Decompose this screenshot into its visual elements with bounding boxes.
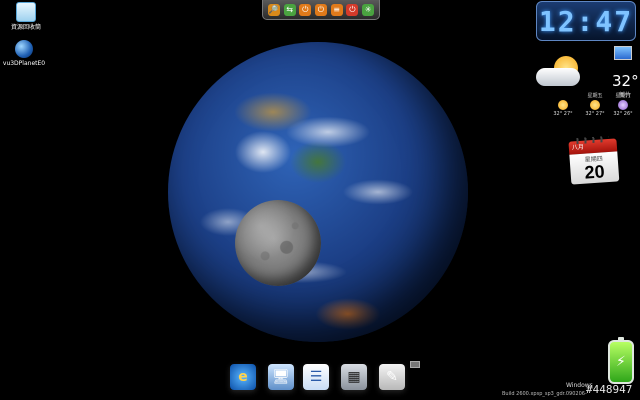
recycle-bin-label: 資源回收筒 [10, 24, 41, 31]
forecast-day-2-label: 星期五 [587, 93, 603, 99]
charging-bolt-icon: ⚡ [616, 354, 626, 370]
thunderstorm-icon [618, 100, 628, 110]
swap-button[interactable]: ⇆ [283, 3, 296, 16]
forecast-day-3: 星期六 32° 26° [610, 93, 636, 117]
power-icon: ⏻ [302, 4, 309, 14]
forecast-day-1: 32° 27° [550, 100, 576, 117]
search-icon: 🔎 [268, 4, 279, 14]
earth-globe [168, 42, 468, 342]
calendar-gadget[interactable]: 八月 星期四 20 [568, 135, 620, 187]
sun-icon [590, 100, 600, 110]
build-watermark: Build 2600.xpsp_sp3_gdr.090206- [502, 391, 587, 397]
notepad-icon: ☰ [309, 369, 323, 385]
dock-my-computer[interactable]: 🖥 [268, 364, 294, 390]
3d-planet-label: vu3DPlanetE0 [2, 60, 46, 67]
dock-notepad[interactable]: ☰ [303, 364, 329, 390]
forecast-day-2: 星期五 32° 27° [582, 93, 608, 117]
menu-icon: ≡ [333, 4, 340, 14]
moon [235, 200, 321, 286]
partly-cloudy-icon [536, 56, 582, 86]
sun-icon [558, 100, 568, 110]
internet-explorer-icon: e [238, 369, 248, 385]
image-id-label: #448947 [586, 383, 633, 396]
battery-gadget[interactable]: ⚡ [608, 337, 634, 384]
menu-button[interactable]: ≡ [330, 3, 343, 16]
standby-icon: ⏻ [317, 4, 325, 14]
weather-gadget[interactable]: 32° 新竹 32° 27° 星期五 32° 27° 星期六 32° 26° [528, 44, 639, 128]
top-toolbar: 🔎 ⇆ ⏻ ⏻ ≡ ⏻ ✳ [262, 0, 380, 20]
forecast-day-3-temps: 32° 26° [613, 111, 633, 117]
calendar-day: 20 [583, 161, 606, 183]
settings-button[interactable]: ✳ [362, 3, 375, 16]
swap-icon: ⇆ [286, 4, 293, 14]
dock-minimize-button[interactable] [410, 361, 420, 368]
paint-icon: ✎ [386, 369, 398, 385]
3d-planet-desktop-icon[interactable]: vu3DPlanetE0 [0, 40, 48, 67]
planet-icon [15, 40, 33, 58]
current-temperature: 32° [612, 72, 639, 90]
standby-button[interactable]: ⏻ [314, 3, 327, 16]
power-button[interactable]: ⏻ [299, 3, 312, 16]
shutdown-button[interactable]: ⏻ [346, 3, 359, 16]
monitor-icon [614, 46, 632, 60]
computer-icon: 🖥 [272, 369, 290, 385]
dock-calculator[interactable]: ▦ [341, 364, 367, 390]
dock-internet-explorer[interactable]: e [230, 364, 256, 390]
forecast-day-2-temps: 32° 27° [585, 111, 605, 117]
dock-paint[interactable]: ✎ [379, 364, 405, 390]
recycle-bin-icon [16, 2, 36, 22]
forecast-day-1-temps: 32° 27° [553, 111, 573, 117]
calendar-page: 星期四 20 [569, 151, 620, 185]
clock-gadget[interactable]: 12:47 [536, 1, 636, 41]
forecast-day-3-label: 星期六 [615, 93, 631, 99]
search-button[interactable]: 🔎 [267, 3, 280, 16]
settings-icon: ✳ [364, 4, 372, 14]
recycle-bin-desktop-icon[interactable]: 資源回收筒 [2, 2, 50, 31]
calculator-icon: ▦ [347, 369, 361, 385]
shutdown-icon: ⏻ [349, 4, 356, 14]
clock-time: 12:47 [538, 4, 634, 38]
